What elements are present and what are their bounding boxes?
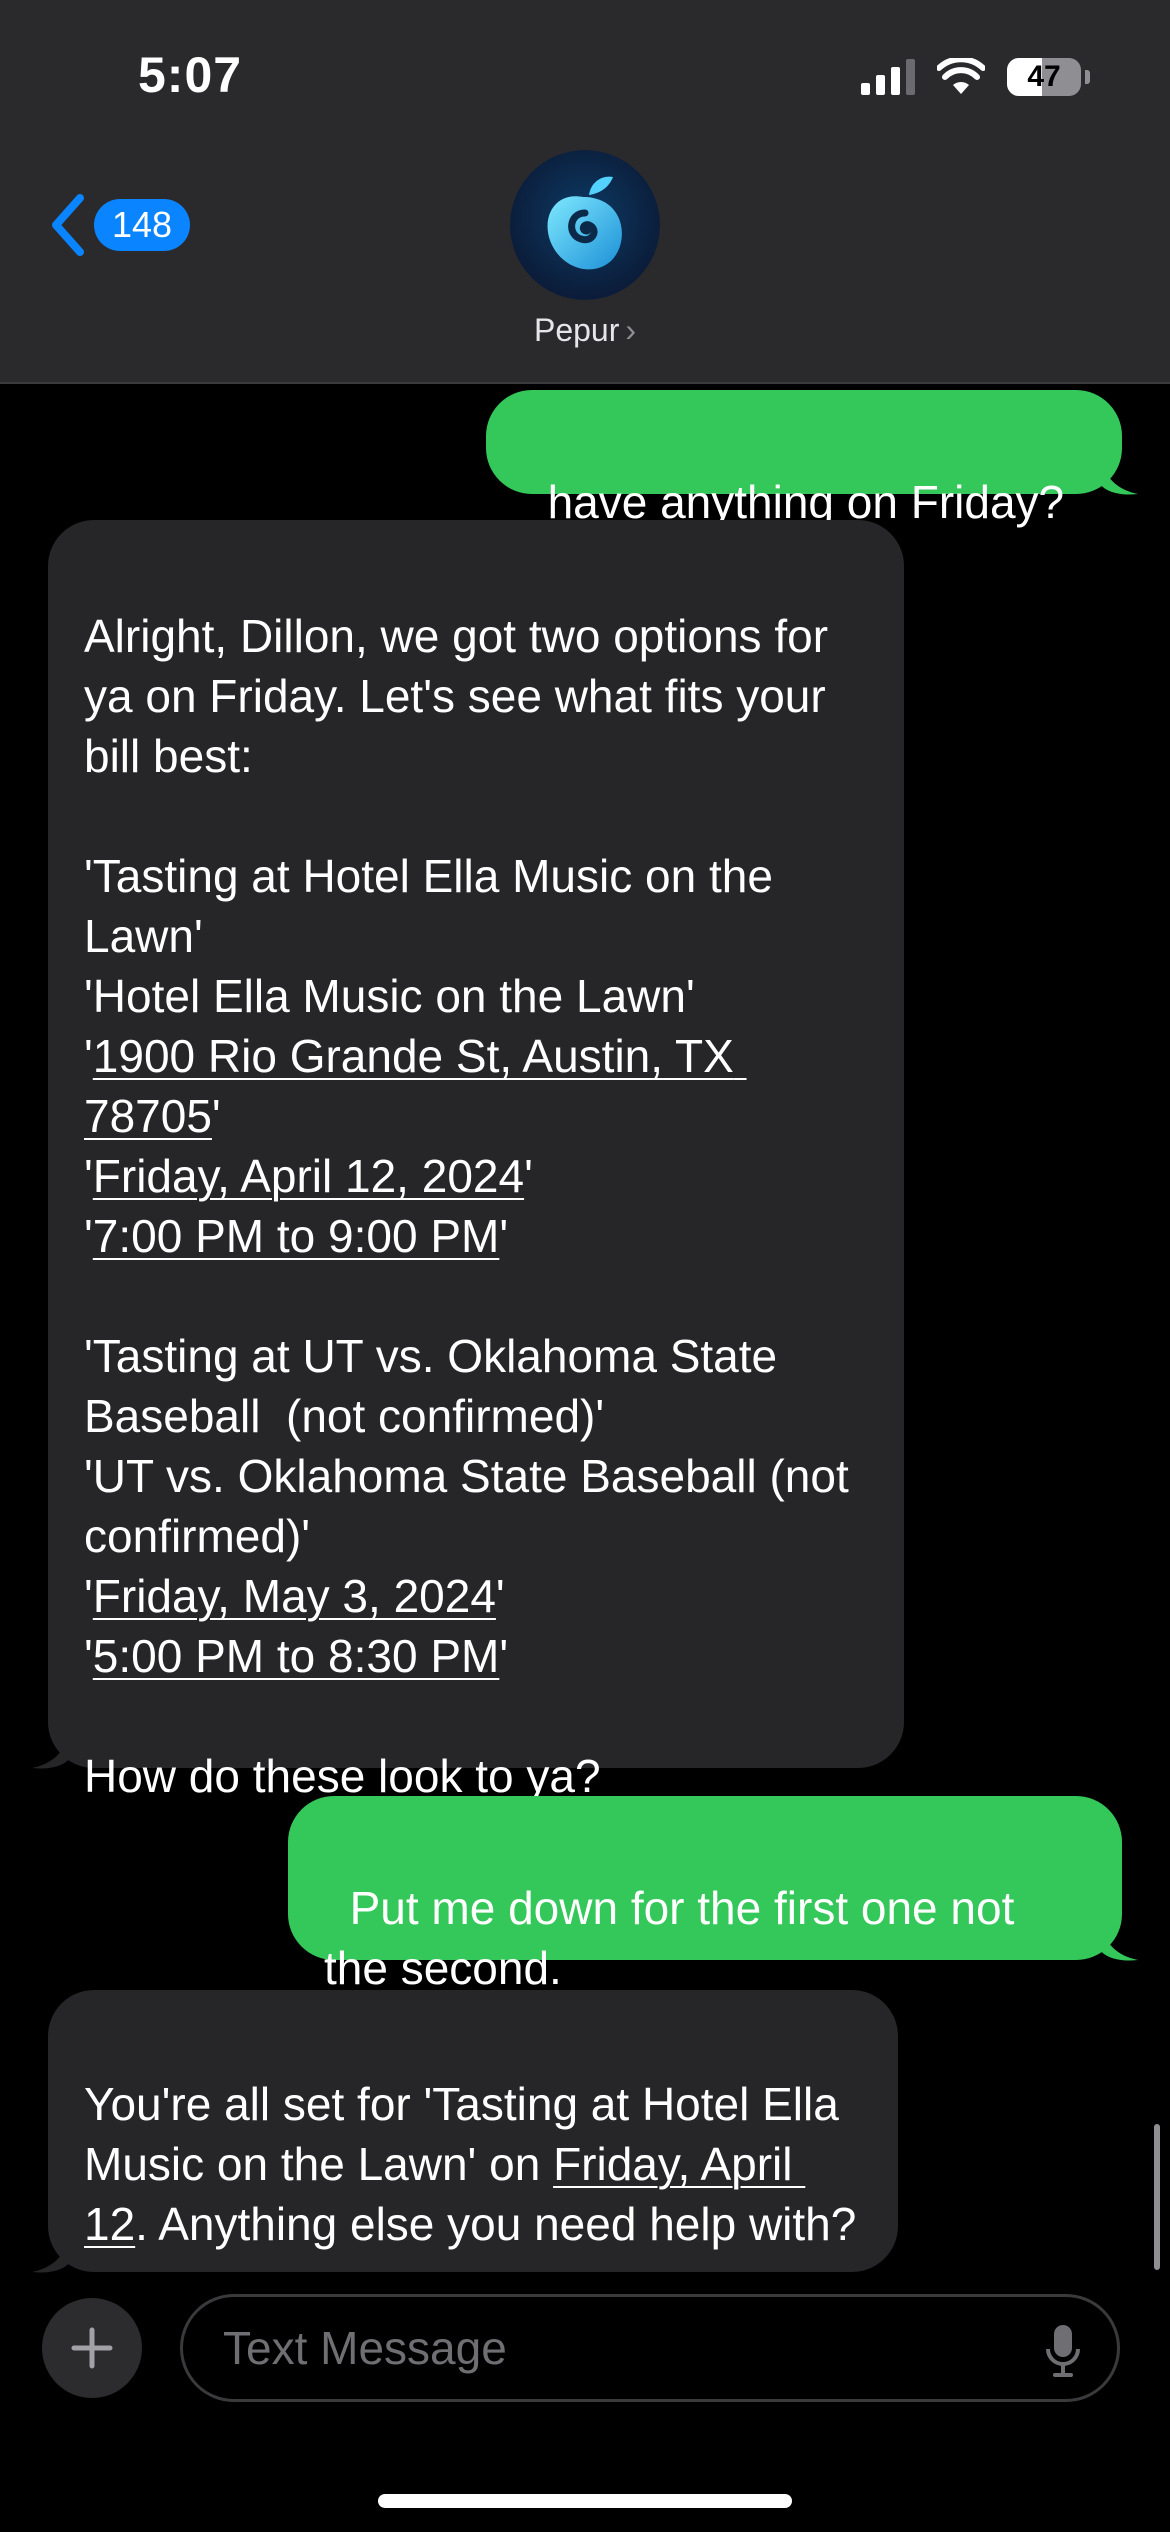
message-input[interactable]: Text Message [180,2294,1120,2402]
bubble-tail [32,1730,70,1769]
event-title: 'Tasting at Hotel Ella Music on the Lawn… [84,850,786,962]
date-link[interactable]: Friday, May 3, 2024 [93,1570,496,1622]
event-venue: 'Hotel Ella Music on the Lawn' [84,970,695,1022]
message-text: How do these look to ya? [84,1750,601,1802]
back-button[interactable]: 148 [48,192,191,258]
event-title: 'Tasting at UT vs. Oklahoma State Baseba… [84,1330,790,1442]
home-indicator[interactable] [378,2494,792,2508]
address-link[interactable]: 1900 Rio Grande St, Austin, TX 78705 [84,1030,747,1142]
message-input-placeholder: Text Message [223,2322,507,2374]
bubble-tail [1100,1922,1138,1961]
chevron-left-icon [52,194,84,256]
battery-icon: 47 [1007,58,1081,96]
conversation-header: 5:07 47 148 Pepur › [0,0,1170,384]
add-attachment-button[interactable] [42,2298,142,2398]
message-text: Put me down for the first one not the se… [324,1882,1028,1994]
unread-count-badge: 148 [94,199,191,251]
outgoing-message[interactable]: Put me down for the first one not the se… [288,1796,1122,1994]
microphone-icon[interactable] [1045,2323,1081,2379]
incoming-message[interactable]: Alright, Dillon, we got two options for … [48,520,904,1802]
contact-name: Pepur [533,312,620,348]
battery-percent: 47 [1027,60,1061,93]
status-time: 5:07 [138,47,243,103]
cellular-signal-icon [861,59,915,95]
bubble-tail [1100,456,1138,495]
time-link[interactable]: 5:00 PM to 8:30 PM [93,1630,500,1682]
outgoing-message[interactable]: have anything on Friday? [486,390,1122,528]
time-link[interactable]: 7:00 PM to 9:00 PM [93,1210,500,1262]
scroll-indicator[interactable] [1154,2124,1160,2270]
event-venue: 'UT vs. Oklahoma State Baseball (not con… [84,1450,862,1562]
battery-tip [1085,70,1090,84]
contact-name-row[interactable]: Pepur › [0,312,1170,349]
plus-icon [71,2327,113,2369]
date-link[interactable]: Friday, April 12, 2024 [93,1150,524,1202]
status-icons: 47 [861,54,1090,100]
peach-logo-icon [547,176,622,270]
contact-avatar[interactable] [510,150,660,300]
bubble-tail [32,2234,70,2273]
wifi-icon [937,58,985,94]
message-text: . Anything else you need help with? [135,2198,857,2250]
chevron-right-icon: › [625,312,637,348]
incoming-message[interactable]: You're all set for 'Tasting at Hotel Ell… [48,1990,898,2272]
message-text: Alright, Dillon, we got two options for … [84,610,841,782]
